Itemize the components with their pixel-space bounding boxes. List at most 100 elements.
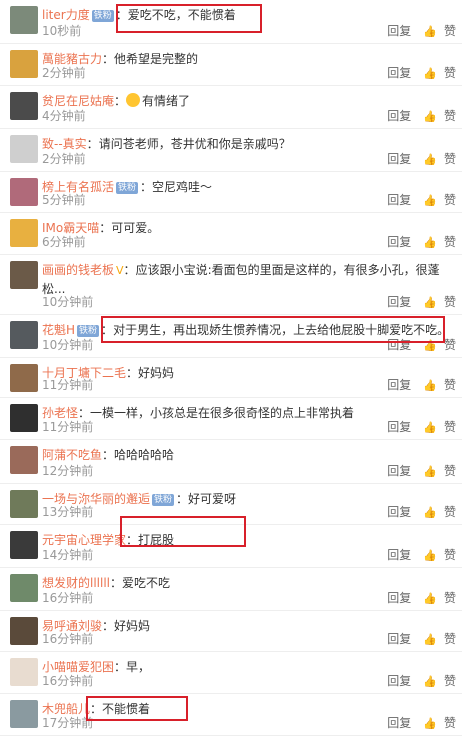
comment-text: 打屁股: [138, 533, 175, 547]
like-label: 赞: [443, 66, 456, 80]
username-link[interactable]: 致--真实: [42, 137, 87, 151]
comment-actions: 回复 👍 赞: [381, 418, 456, 435]
comment-text: 一模一样，小孩总是在很多很奇怪的点上非常执着: [90, 406, 355, 420]
comment-item: 阿蒲不吃鱼：哈哈哈哈哈 12分钟前 回复 👍 赞: [0, 440, 462, 484]
avatar[interactable]: [10, 261, 38, 289]
avatar[interactable]: [10, 531, 38, 559]
avatar[interactable]: [10, 6, 38, 34]
like-label: 赞: [443, 152, 456, 166]
comment-item: 易呼通刘骏：好妈妈 16分钟前 回复 👍 赞: [0, 611, 462, 652]
reply-button[interactable]: 回复: [387, 152, 411, 166]
like-button[interactable]: 👍 赞: [417, 591, 456, 605]
like-label: 赞: [443, 420, 456, 434]
comment-text: 他希望是完整的: [114, 52, 199, 66]
avatar[interactable]: [10, 321, 38, 349]
comment-item: 榜上有名孤活 铁粉 ：空尼鸡哇～ 5分钟前 回复 👍 赞: [0, 172, 462, 213]
username-link[interactable]: 贫尼在尼姑庵: [42, 94, 114, 108]
reply-button[interactable]: 回复: [387, 66, 411, 80]
timestamp: 16分钟前: [42, 632, 94, 646]
reply-button[interactable]: 回复: [387, 632, 411, 646]
avatar[interactable]: [10, 700, 38, 728]
comment-text: 可可爱。: [111, 221, 160, 235]
reply-button[interactable]: 回复: [387, 464, 411, 478]
like-button[interactable]: 👍 赞: [417, 464, 456, 478]
reply-button[interactable]: 回复: [387, 338, 411, 352]
avatar[interactable]: [10, 446, 38, 474]
colon-separator: ：: [101, 323, 114, 337]
username-link[interactable]: 元宇宙心理学家: [42, 533, 126, 547]
reply-button[interactable]: 回复: [387, 235, 411, 249]
reply-button[interactable]: 回复: [387, 109, 411, 123]
comment-item: 花魁H 铁粉 ：对于男生，再出现娇生惯养情况，上去给他屁股十脚爱吃不吃。 10分钟前回…: [0, 315, 462, 358]
reply-button[interactable]: 回复: [387, 674, 411, 688]
like-button[interactable]: 👍 赞: [417, 109, 456, 123]
like-button[interactable]: 👍 赞: [417, 548, 456, 562]
comment-item: 画画的钱老板 V：应该跟小宝说:看面包的里面是这样的，有很多小孔，很蓬松... 10…: [0, 255, 462, 315]
avatar[interactable]: [10, 658, 38, 686]
avatar[interactable]: [10, 574, 38, 602]
timestamp: 16分钟前: [42, 674, 94, 688]
username-link[interactable]: liter力度: [42, 8, 90, 22]
like-button[interactable]: 👍 赞: [417, 235, 456, 249]
reply-button[interactable]: 回复: [387, 420, 411, 434]
colon-separator: ：: [114, 660, 127, 674]
comment-line: 画画的钱老板 V：应该跟小宝说:看面包的里面是这样的，有很多小孔，很蓬松...: [42, 261, 456, 297]
username-link[interactable]: 阿蒲不吃鱼: [42, 448, 102, 462]
comment-item: 想发财的llllll：爱吃不吃 16分钟前 回复 👍 赞: [0, 568, 462, 611]
avatar[interactable]: [10, 178, 38, 206]
reply-button[interactable]: 回复: [387, 295, 411, 309]
reply-button[interactable]: 回复: [387, 24, 411, 38]
comment-actions: 回复 👍 赞: [381, 630, 456, 647]
colon-separator: ：: [115, 8, 128, 22]
reply-button[interactable]: 回复: [387, 548, 411, 562]
thumbs-up-icon: 👍: [423, 236, 437, 249]
avatar[interactable]: [10, 50, 38, 78]
reply-button[interactable]: 回复: [387, 591, 411, 605]
thumbs-up-icon: 👍: [423, 110, 437, 123]
timestamp: 13分钟前: [42, 505, 94, 519]
colon-separator: ：: [114, 94, 127, 108]
avatar[interactable]: [10, 135, 38, 163]
like-button[interactable]: 👍 赞: [417, 193, 456, 207]
comment-actions: 回复 👍 赞: [381, 336, 456, 353]
like-button[interactable]: 👍 赞: [417, 632, 456, 646]
username-link[interactable]: 花魁H: [42, 323, 75, 337]
comment-text: 早，: [126, 660, 151, 674]
timestamp: 6分钟前: [42, 235, 86, 249]
like-button[interactable]: 👍 赞: [417, 338, 456, 352]
like-button[interactable]: 👍 赞: [417, 66, 456, 80]
thumbs-up-icon: 👍: [423, 67, 437, 80]
comment-text: 好妈妈: [114, 619, 151, 633]
like-button[interactable]: 👍 赞: [417, 152, 456, 166]
thumbs-up-icon: 👍: [423, 549, 437, 562]
avatar[interactable]: [10, 490, 38, 518]
comment-actions: 回复 👍 赞: [381, 150, 456, 167]
like-button[interactable]: 👍 赞: [417, 505, 456, 519]
avatar[interactable]: [10, 92, 38, 120]
like-button[interactable]: 👍 赞: [417, 674, 456, 688]
avatar[interactable]: [10, 364, 38, 392]
username-link[interactable]: 想发财的llllll: [42, 576, 110, 590]
like-button[interactable]: 👍 赞: [417, 378, 456, 392]
comment-actions: 回复 👍 赞: [381, 503, 456, 520]
timestamp: 14分钟前: [42, 548, 94, 562]
reply-button[interactable]: 回复: [387, 378, 411, 392]
reply-button[interactable]: 回复: [387, 505, 411, 519]
like-button[interactable]: 👍 赞: [417, 24, 456, 38]
like-button[interactable]: 👍 赞: [417, 295, 456, 309]
comment-actions: 回复 👍 赞: [381, 293, 456, 310]
username-link[interactable]: 画画的钱老板: [42, 263, 114, 277]
comment-actions: 回复 👍 赞: [381, 589, 456, 606]
thumbs-up-icon: 👍: [423, 506, 437, 519]
reply-button[interactable]: 回复: [387, 193, 411, 207]
like-button[interactable]: 👍 赞: [417, 716, 456, 730]
thumbs-up-icon: 👍: [423, 675, 437, 688]
reply-button[interactable]: 回复: [387, 716, 411, 730]
avatar[interactable]: [10, 404, 38, 432]
verified-icon: V: [116, 264, 124, 277]
avatar[interactable]: [10, 617, 38, 645]
like-label: 赞: [443, 632, 456, 646]
emoji-icon: [126, 93, 141, 107]
like-button[interactable]: 👍 赞: [417, 420, 456, 434]
avatar[interactable]: [10, 219, 38, 247]
